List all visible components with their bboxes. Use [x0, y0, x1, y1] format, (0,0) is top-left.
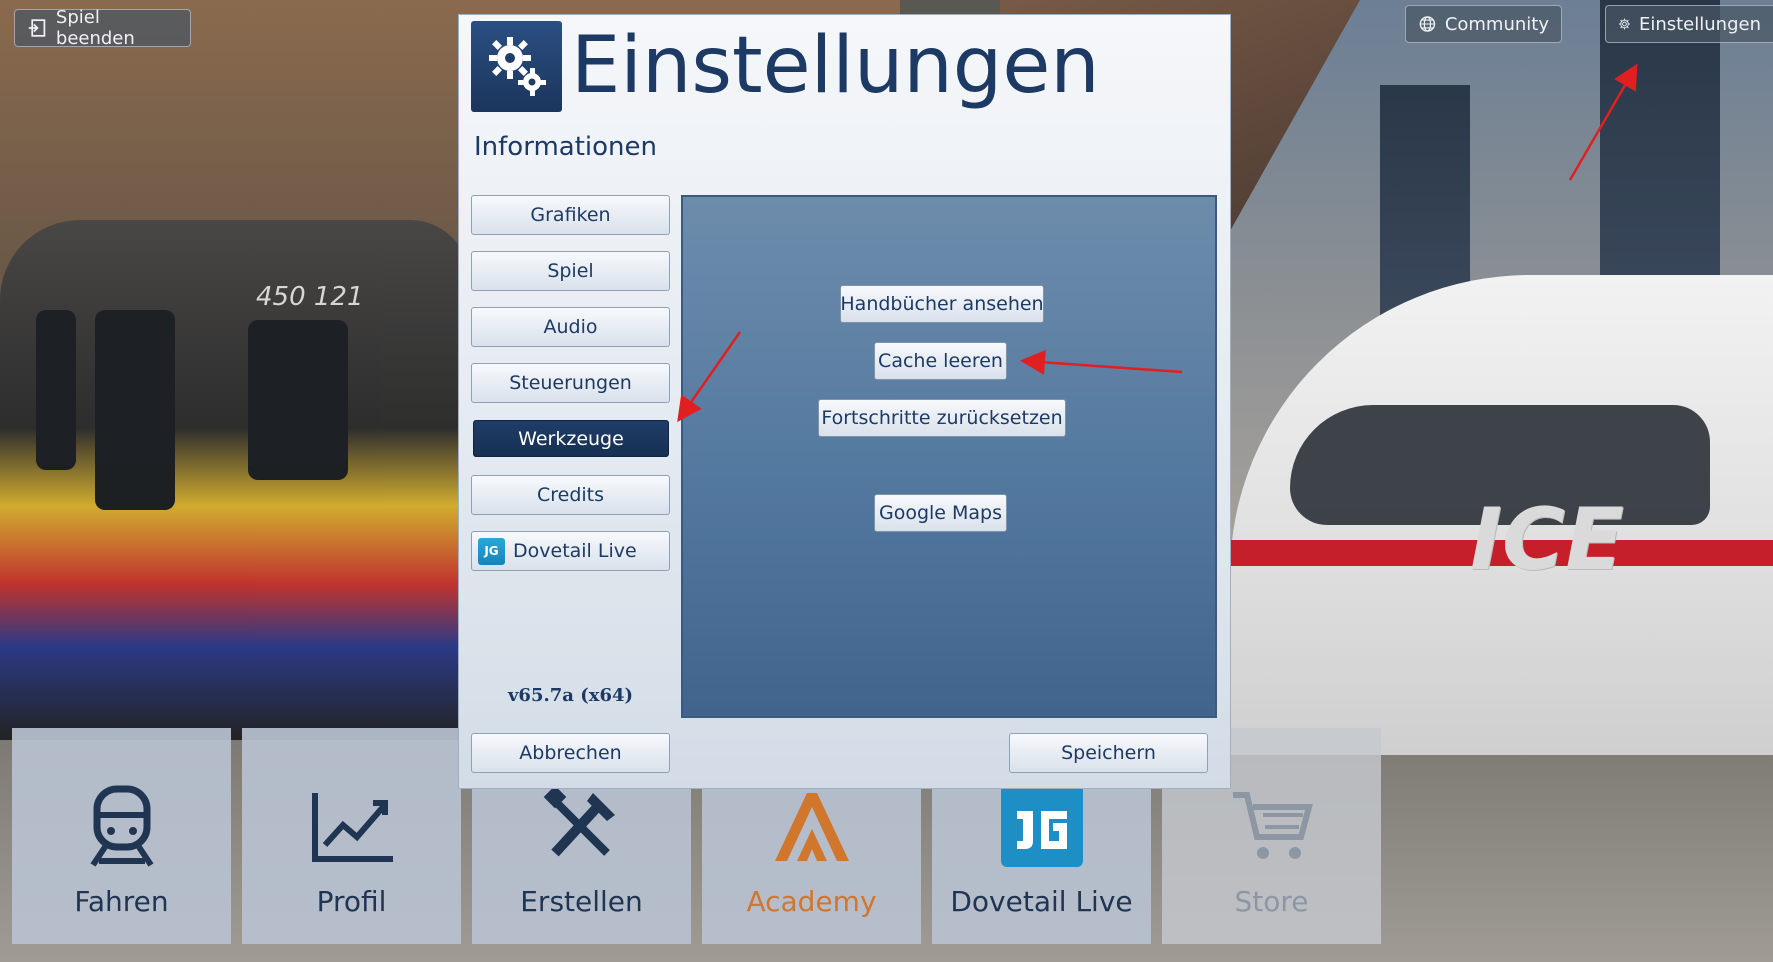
academy-icon: [774, 793, 849, 861]
exit-icon: [28, 19, 46, 37]
tile-fahren[interactable]: Fahren: [12, 728, 231, 944]
tile-label: Fahren: [74, 885, 169, 918]
skyscraper: [1600, 0, 1720, 310]
nav-steuerungen[interactable]: Steuerungen: [471, 363, 670, 403]
train-window: [36, 310, 76, 470]
clear-cache-button[interactable]: Cache leeren: [874, 342, 1007, 380]
train-icon: [90, 785, 153, 867]
settings-button[interactable]: Einstellungen: [1605, 5, 1773, 43]
nav-spiel[interactable]: Spiel: [471, 251, 670, 291]
dovetail-live-icon: [1000, 785, 1083, 867]
cart-icon: [1232, 792, 1313, 859]
tile-label: Academy: [746, 885, 877, 918]
button-label: Handbücher ansehen: [840, 293, 1044, 315]
settings-dialog: Einstellungen Informationen Grafiken Spi…: [458, 14, 1231, 789]
train-ice-logo: ICE: [1470, 490, 1624, 590]
community-label: Community: [1444, 13, 1549, 35]
train-number: 450 121: [256, 282, 364, 312]
train-window: [248, 320, 348, 480]
cancel-button[interactable]: Abbrechen: [471, 733, 670, 773]
dialog-title: Einstellungen: [571, 21, 1100, 111]
dovetail-live-icon: JG: [478, 537, 505, 565]
globe-icon: [1419, 16, 1436, 32]
button-label: Speichern: [1061, 742, 1156, 764]
nav-werkzeuge[interactable]: Werkzeuge: [473, 420, 669, 457]
dialog-subtitle: Informationen: [474, 132, 657, 162]
nav-label: Audio: [543, 316, 598, 338]
nav-audio[interactable]: Audio: [471, 307, 670, 347]
tile-label: Profil: [316, 885, 387, 918]
google-maps-button[interactable]: Google Maps: [874, 494, 1007, 532]
button-label: Google Maps: [878, 502, 1003, 524]
train-left: 450 121: [0, 220, 470, 740]
settings-label: Einstellungen: [1638, 13, 1761, 35]
community-button[interactable]: Community: [1405, 5, 1562, 43]
chart-icon: [311, 793, 393, 862]
nav-label: Werkzeuge: [518, 427, 624, 450]
reset-progress-button[interactable]: Fortschritte zurücksetzen: [818, 399, 1066, 437]
quit-game-button[interactable]: Spiel beenden: [14, 7, 191, 49]
train-door: [95, 310, 175, 510]
nav-label: Grafiken: [530, 204, 611, 226]
tools-panel: Handbücher ansehen Cache leeren Fortschr…: [681, 195, 1217, 718]
view-manuals-button[interactable]: Handbücher ansehen: [840, 285, 1044, 323]
save-button[interactable]: Speichern: [1009, 733, 1208, 773]
settings-gears-icon: [471, 21, 562, 112]
nav-label: Spiel: [547, 260, 594, 282]
tile-label: Dovetail Live: [950, 885, 1133, 918]
nav-grafiken[interactable]: Grafiken: [471, 195, 670, 235]
nav-label: Steuerungen: [509, 372, 632, 394]
tile-label: Store: [1234, 885, 1309, 918]
button-label: Cache leeren: [878, 350, 1003, 372]
skyscraper: [1380, 85, 1470, 315]
quit-game-label: Spiel beenden: [55, 7, 135, 49]
button-label: Abbrechen: [519, 742, 622, 764]
version-label: v65.7a (x64): [507, 685, 634, 706]
nav-label: Dovetail Live: [513, 540, 637, 562]
button-label: Fortschritte zurücksetzen: [821, 407, 1063, 429]
nav-label: Credits: [536, 484, 605, 506]
nav-credits[interactable]: Credits: [471, 475, 670, 515]
nav-dovetail-live[interactable]: JG Dovetail Live: [471, 531, 670, 571]
tile-label: Erstellen: [520, 885, 643, 918]
gear-icon: [1619, 18, 1630, 30]
tile-profil[interactable]: Profil: [242, 728, 461, 944]
tools-icon: [543, 785, 615, 857]
